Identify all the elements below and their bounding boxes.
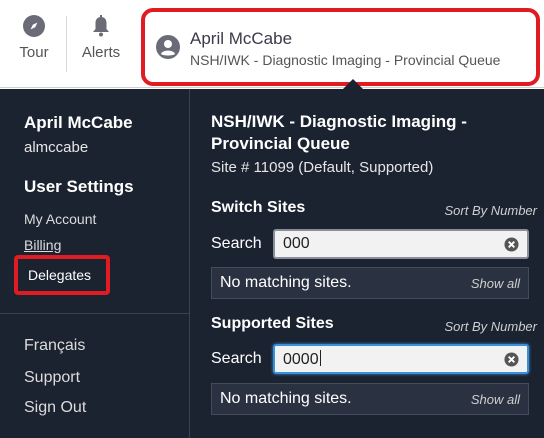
dropdown-caret <box>343 79 363 89</box>
current-site-title: NSH/IWK - Diagnostic Imaging - Provincia… <box>211 112 467 153</box>
profile-queue: NSH/IWK - Diagnostic Imaging - Provincia… <box>190 52 501 68</box>
switch-sites-search-value: 000 <box>283 235 310 252</box>
clear-icon[interactable] <box>504 352 519 367</box>
text-cursor <box>319 350 321 366</box>
profile-name: April McCabe <box>190 29 293 48</box>
menu-separator <box>0 313 190 314</box>
sign-out-link[interactable]: Sign Out <box>24 399 86 417</box>
clear-icon[interactable] <box>504 237 519 252</box>
tour-button[interactable]: Tour <box>8 14 60 61</box>
user-name: April McCabe <box>24 113 133 132</box>
site-panel: NSH/IWK - Diagnostic Imaging - Provincia… <box>211 89 537 438</box>
profile-site-button[interactable]: April McCabe NSH/IWK - Diagnostic Imagin… <box>141 8 540 86</box>
user-settings-heading: User Settings <box>24 177 134 196</box>
switch-sites-result-message: No matching sites. <box>220 274 352 291</box>
user-circle-icon <box>156 35 180 59</box>
language-link[interactable]: Français <box>24 337 85 355</box>
topbar-divider <box>66 16 67 72</box>
supported-sites-result-message: No matching sites. <box>220 390 352 407</box>
supported-sites-search-label: Search <box>211 350 262 367</box>
alerts-button[interactable]: Alerts <box>74 14 128 61</box>
top-bar: Tour Alerts April McCabe NSH/IWK - Diagn… <box>0 0 544 88</box>
supported-sites-show-all[interactable]: Show all <box>471 392 520 407</box>
supported-sites-sort-link[interactable]: Sort By Number <box>445 319 537 334</box>
compass-icon <box>23 15 45 37</box>
supported-sites-heading: Supported Sites <box>211 315 334 332</box>
alerts-label: Alerts <box>81 44 121 61</box>
switch-sites-sort-link[interactable]: Sort By Number <box>445 203 537 218</box>
switch-sites-show-all[interactable]: Show all <box>471 276 520 291</box>
supported-sites-search-value: 0000 <box>283 351 319 368</box>
menu-billing[interactable]: Billing <box>24 237 61 253</box>
tour-label: Tour <box>19 44 49 61</box>
bell-icon <box>93 15 109 37</box>
user-dropdown-panel: April McCabe almccabe User Settings My A… <box>0 89 544 438</box>
switch-sites-result-row: No matching sites. Show all <box>211 267 529 299</box>
menu-my-account[interactable]: My Account <box>24 211 96 227</box>
switch-sites-heading: Switch Sites <box>211 199 306 216</box>
supported-sites-result-row: No matching sites. Show all <box>211 383 529 415</box>
user-menu: April McCabe almccabe User Settings My A… <box>0 89 190 438</box>
menu-delegates[interactable]: Delegates <box>28 267 91 283</box>
user-username: almccabe <box>24 139 89 156</box>
site-number: Site # 11099 (Default, Supported) <box>211 159 434 176</box>
switch-sites-search-input[interactable]: 000 <box>273 229 529 259</box>
supported-sites-search-input[interactable]: 0000 <box>273 344 529 374</box>
switch-sites-search-label: Search <box>211 235 262 252</box>
support-link[interactable]: Support <box>24 369 80 387</box>
